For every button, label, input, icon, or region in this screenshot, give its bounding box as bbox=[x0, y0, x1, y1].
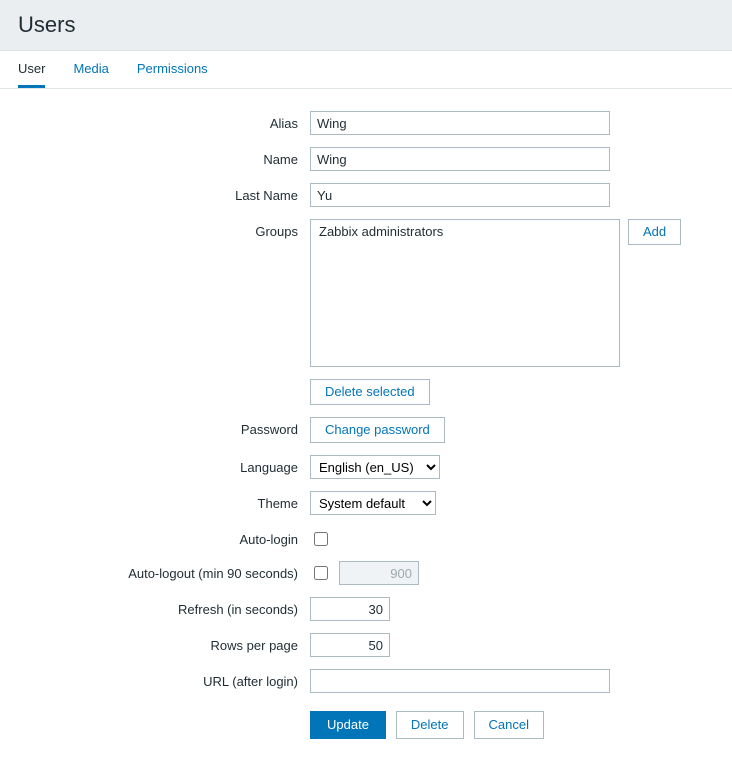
theme-select[interactable]: System default bbox=[310, 491, 436, 515]
label-password: Password bbox=[18, 417, 310, 437]
tabs: User Media Permissions bbox=[0, 51, 732, 89]
delete-selected-button[interactable]: Delete selected bbox=[310, 379, 430, 405]
label-groups: Groups bbox=[18, 219, 310, 239]
url-after-login-input[interactable] bbox=[310, 669, 610, 693]
last-name-input[interactable] bbox=[310, 183, 610, 207]
action-buttons: Update Delete Cancel bbox=[310, 711, 714, 739]
label-language: Language bbox=[18, 455, 310, 475]
name-input[interactable] bbox=[310, 147, 610, 171]
label-rows-per-page: Rows per page bbox=[18, 633, 310, 653]
language-select[interactable]: English (en_US) bbox=[310, 455, 440, 479]
label-name: Name bbox=[18, 147, 310, 167]
form-panel: User Media Permissions Alias Name Last N… bbox=[0, 50, 732, 761]
label-auto-logout: Auto-logout (min 90 seconds) bbox=[18, 561, 310, 581]
rows-per-page-input[interactable] bbox=[310, 633, 390, 657]
list-item[interactable]: Zabbix administrators bbox=[311, 220, 619, 243]
refresh-input[interactable] bbox=[310, 597, 390, 621]
add-group-button[interactable]: Add bbox=[628, 219, 681, 245]
alias-input[interactable] bbox=[310, 111, 610, 135]
label-auto-login: Auto-login bbox=[18, 527, 310, 547]
delete-button[interactable]: Delete bbox=[396, 711, 464, 739]
groups-listbox[interactable]: Zabbix administrators bbox=[310, 219, 620, 367]
change-password-button[interactable]: Change password bbox=[310, 417, 445, 443]
label-alias: Alias bbox=[18, 111, 310, 131]
tab-permissions[interactable]: Permissions bbox=[137, 51, 208, 88]
cancel-button[interactable]: Cancel bbox=[474, 711, 544, 739]
page-title: Users bbox=[0, 0, 732, 50]
tab-media[interactable]: Media bbox=[73, 51, 108, 88]
label-last-name: Last Name bbox=[18, 183, 310, 203]
tab-user[interactable]: User bbox=[18, 51, 45, 88]
label-theme: Theme bbox=[18, 491, 310, 511]
auto-login-checkbox[interactable] bbox=[314, 532, 328, 546]
user-form: Alias Name Last Name Groups bbox=[0, 89, 732, 761]
label-refresh: Refresh (in seconds) bbox=[18, 597, 310, 617]
label-url-after-login: URL (after login) bbox=[18, 669, 310, 689]
auto-logout-input bbox=[339, 561, 419, 585]
update-button[interactable]: Update bbox=[310, 711, 386, 739]
auto-logout-checkbox[interactable] bbox=[314, 566, 328, 580]
